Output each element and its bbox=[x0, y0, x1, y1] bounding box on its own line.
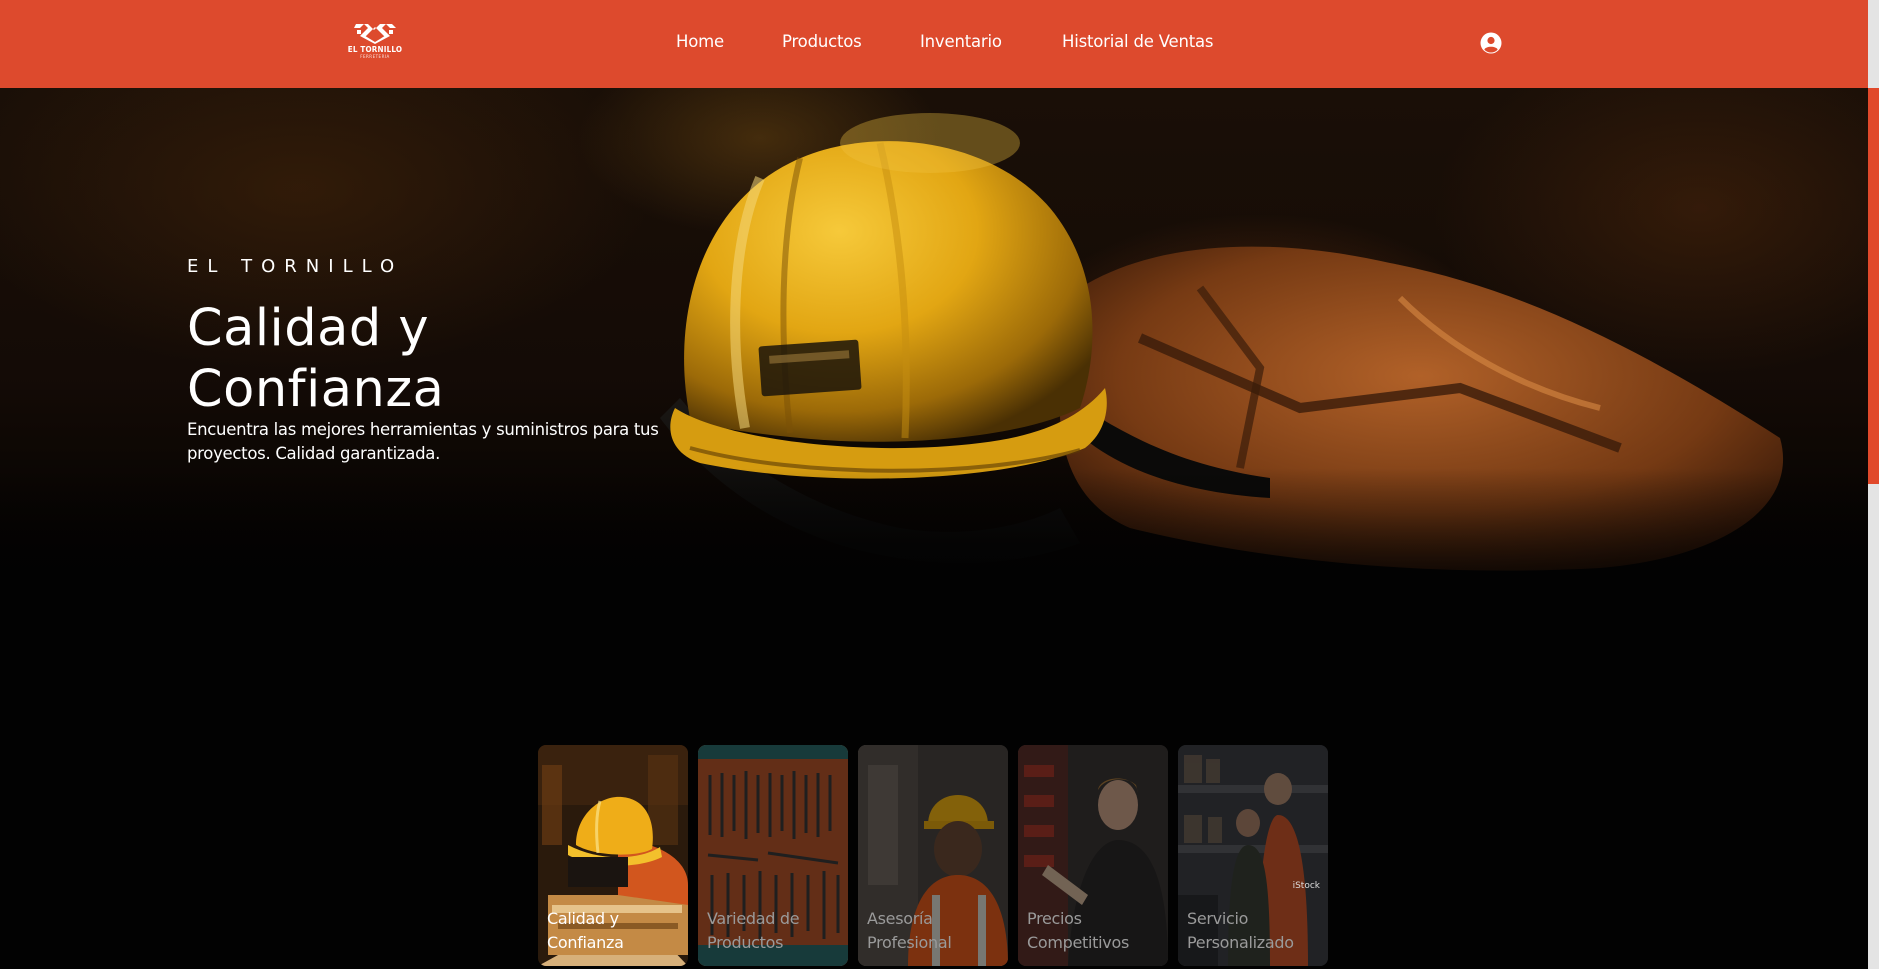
feature-cards: Calidad y Confianza Variedad de Producto… bbox=[538, 745, 1338, 969]
hero-title: Calidad y Confianza bbox=[187, 299, 445, 419]
card-calidad-y-confianza[interactable]: Calidad y Confianza bbox=[538, 745, 688, 966]
card-label: Precios Competitivos bbox=[1027, 909, 1129, 952]
card-label: Calidad y Confianza bbox=[547, 909, 624, 952]
card-label: Variedad de Productos bbox=[707, 909, 800, 952]
hero-section: EL TORNILLO Calidad y Confianza Encuentr… bbox=[0, 88, 1868, 608]
nav-home[interactable]: Home bbox=[676, 32, 724, 51]
nav-historial-de-ventas[interactable]: Historial de Ventas bbox=[1062, 32, 1214, 51]
hero-eyebrow: EL TORNILLO bbox=[187, 256, 404, 277]
card-servicio-personalizado[interactable]: iStock Servicio Personalizado bbox=[1178, 745, 1328, 966]
user-circle-icon[interactable] bbox=[1480, 32, 1502, 54]
page: EL TORNILLO FERRETERIA Home Productos In… bbox=[0, 0, 1879, 969]
istock-watermark: iStock bbox=[1292, 881, 1320, 891]
card-asesoria-profesional[interactable]: Asesoría Profesional bbox=[858, 745, 1008, 966]
nav-inventario[interactable]: Inventario bbox=[920, 32, 1002, 51]
hero-description: Encuentra las mejores herramientas y sum… bbox=[187, 420, 659, 463]
scrollbar-thumb[interactable] bbox=[1868, 88, 1879, 484]
card-variedad-de-productos[interactable]: Variedad de Productos bbox=[698, 745, 848, 966]
card-label: Servicio Personalizado bbox=[1187, 909, 1294, 952]
card-precios-competitivos[interactable]: Precios Competitivos bbox=[1018, 745, 1168, 966]
card-label: Asesoría Profesional bbox=[867, 909, 952, 952]
nav-productos[interactable]: Productos bbox=[782, 32, 862, 51]
navbar: EL TORNILLO FERRETERIA Home Productos In… bbox=[0, 0, 1868, 88]
page-scrollbar[interactable] bbox=[1868, 0, 1879, 969]
main-nav: Home Productos Inventario Historial de V… bbox=[0, 0, 1868, 88]
hero-fade-overlay bbox=[0, 468, 1868, 608]
